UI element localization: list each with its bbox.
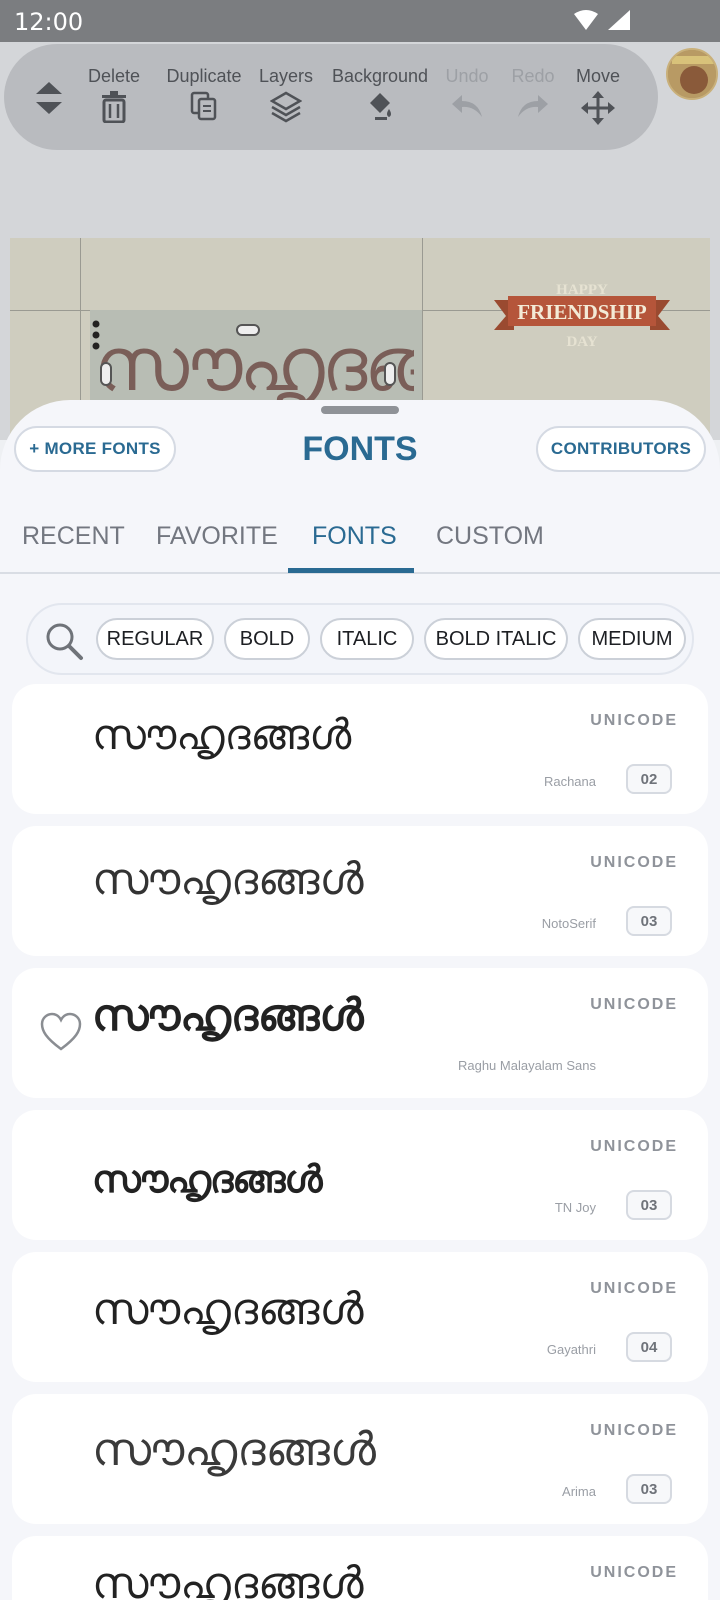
font-name: NotoSerif: [541, 916, 596, 931]
font-card-gayathri[interactable]: സൗഹൃദങ്ങൾ UNICODE Gayathri 04: [12, 1252, 708, 1382]
status-time: 12:00: [14, 8, 84, 36]
status-bar: 12:00: [0, 0, 720, 42]
font-type-label: UNICODE: [590, 1138, 678, 1155]
move-button[interactable]: Move: [570, 66, 626, 125]
undo-icon: [452, 95, 482, 117]
signal-icon: [608, 10, 630, 30]
font-type-label: UNICODE: [590, 1280, 678, 1297]
font-card-arima[interactable]: സൗഹൃദങ്ങൾ UNICODE Arima 03: [12, 1394, 708, 1524]
font-type-label: UNICODE: [590, 854, 678, 871]
duplicate-button[interactable]: Duplicate: [162, 66, 246, 121]
font-type-label: UNICODE: [590, 996, 678, 1013]
heart-icon[interactable]: [40, 1012, 82, 1052]
layers-icon: [270, 91, 302, 123]
editor-toolbar: Delete Duplicate Layers Background Undo …: [4, 44, 658, 150]
undo-button[interactable]: Undo: [442, 66, 492, 121]
font-type-label: UNICODE: [590, 1422, 678, 1439]
font-count-badge: 03: [626, 1474, 672, 1504]
friendship-day-sticker[interactable]: HAPPY FRIENDSHIP DAY: [494, 278, 670, 356]
redo-label: Redo: [511, 66, 555, 86]
filter-chip-medium[interactable]: MEDIUM: [578, 618, 686, 660]
layers-label: Layers: [258, 66, 314, 86]
trash-icon: [102, 91, 126, 123]
font-sample: സൗഹൃദങ്ങൾ: [92, 854, 364, 905]
font-name: Rachana: [543, 774, 596, 789]
font-sample: സൗഹൃദങ്ങൾ: [92, 1159, 323, 1201]
layers-button[interactable]: Layers: [256, 66, 316, 123]
status-icons: [574, 10, 630, 30]
contributors-button[interactable]: CONTRIBUTORS: [536, 426, 706, 472]
more-options-icon[interactable]: [92, 320, 100, 350]
fonts-bottom-sheet: FONTS + MORE FONTS CONTRIBUTORS RECENT F…: [0, 400, 720, 1600]
font-count-badge: 03: [626, 1190, 672, 1220]
move-icon: [581, 91, 615, 125]
tab-fonts[interactable]: FONTS: [312, 522, 397, 551]
sticker-line-2: FRIENDSHIP: [517, 300, 647, 324]
profile-avatar[interactable]: [666, 48, 718, 100]
font-sample: സൗഹൃദങ്ങൾ: [92, 1422, 376, 1476]
font-card-notoserif[interactable]: സൗഹൃദങ്ങൾ UNICODE NotoSerif 03: [12, 826, 708, 956]
background-label: Background: [331, 66, 429, 86]
font-type-label: UNICODE: [590, 712, 678, 729]
editor-background: 12:00 Delete Duplicate Layers Background…: [0, 0, 720, 440]
font-tabs: RECENT FAVORITE FONTS CUSTOM: [0, 500, 720, 574]
filter-chip-bold[interactable]: BOLD: [224, 618, 310, 660]
font-sample: സൗഹൃദങ്ങൾ: [92, 990, 364, 1041]
font-card-raghu-malayalam-sans[interactable]: സൗഹൃദങ്ങൾ UNICODE Raghu Malayalam Sans: [12, 968, 708, 1098]
search-icon[interactable]: [44, 621, 84, 661]
background-button[interactable]: Background: [330, 66, 430, 123]
delete-label: Delete: [87, 66, 141, 86]
duplicate-icon: [190, 91, 217, 121]
font-sample: സൗഹൃദങ്ങൾ: [92, 710, 352, 759]
resize-handle-left[interactable]: [100, 362, 112, 386]
sticker-line-3: DAY: [566, 334, 597, 350]
font-card-tn-joy[interactable]: സൗഹൃദങ്ങൾ UNICODE TN Joy 03: [12, 1110, 708, 1240]
font-card-rachana[interactable]: സൗഹൃദങ്ങൾ UNICODE Rachana 02: [12, 684, 708, 814]
tab-recent[interactable]: RECENT: [22, 522, 125, 551]
style-filter-bar: REGULAR BOLD ITALIC BOLD ITALIC MEDIUM: [26, 603, 694, 675]
font-name: Raghu Malayalam Sans: [457, 1058, 596, 1073]
font-sample: സൗഹൃദങ്ങൾ: [92, 1558, 364, 1600]
collapse-toolbar-icon[interactable]: [32, 78, 66, 118]
filter-chip-bold-italic[interactable]: BOLD ITALIC: [424, 618, 568, 660]
font-type-label: UNICODE: [590, 1564, 678, 1581]
rotate-handle[interactable]: [236, 324, 260, 336]
filter-chip-italic[interactable]: ITALIC: [320, 618, 414, 660]
duplicate-label: Duplicate: [166, 66, 242, 86]
tab-custom[interactable]: CUSTOM: [436, 522, 544, 551]
paint-bucket-icon: [370, 93, 391, 120]
redo-icon: [518, 95, 548, 117]
sheet-drag-handle[interactable]: [321, 406, 399, 414]
redo-button[interactable]: Redo: [508, 66, 558, 121]
font-name: TN Joy: [554, 1200, 596, 1215]
delete-button[interactable]: Delete: [84, 66, 144, 123]
more-fonts-button[interactable]: + MORE FONTS: [14, 426, 176, 472]
active-tab-indicator: [288, 568, 414, 573]
avatar-image: [668, 50, 716, 98]
move-label: Move: [575, 66, 620, 86]
wifi-icon: [574, 10, 598, 30]
font-count-badge: 02: [626, 764, 672, 794]
undo-label: Undo: [445, 66, 489, 86]
tab-favorite[interactable]: FAVORITE: [156, 522, 278, 551]
font-name: Arima: [562, 1484, 596, 1499]
sticker-line-1: HAPPY: [556, 282, 608, 298]
font-name: Gayathri: [546, 1342, 596, 1357]
font-sample: സൗഹൃദങ്ങൾ: [92, 1284, 364, 1335]
filter-chip-regular[interactable]: REGULAR: [96, 618, 214, 660]
font-count-badge: 03: [626, 906, 672, 936]
font-count-badge: 04: [626, 1332, 672, 1362]
font-card-partial[interactable]: സൗഹൃദങ്ങൾ UNICODE: [12, 1536, 708, 1600]
resize-handle-right[interactable]: [384, 362, 396, 386]
